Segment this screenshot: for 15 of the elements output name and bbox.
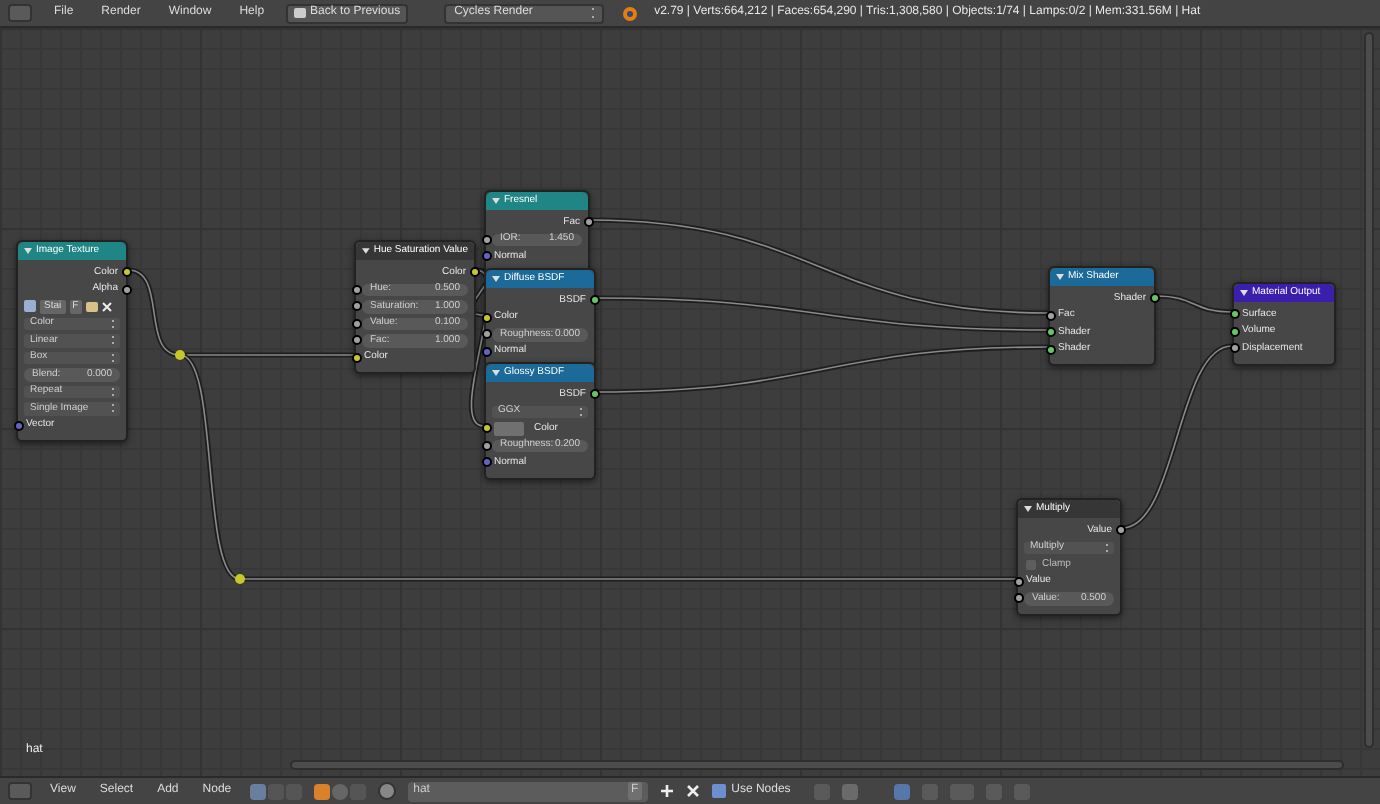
- collapse-icon[interactable]: [1024, 506, 1032, 512]
- vertical-scrollbar[interactable]: [1364, 32, 1374, 748]
- horizontal-scrollbar[interactable]: [290, 760, 1344, 770]
- color-swatch[interactable]: [494, 422, 524, 435]
- reroute-dot[interactable]: [175, 350, 185, 360]
- collapse-icon[interactable]: [362, 248, 370, 254]
- reroute-dot[interactable]: [235, 574, 245, 584]
- node-wire: [1155, 293, 1233, 315]
- collapse-icon[interactable]: [1056, 274, 1064, 280]
- close-icon[interactable]: [685, 784, 700, 798]
- use-nodes-checkbox[interactable]: [711, 784, 726, 798]
- collapse-icon[interactable]: [1240, 290, 1248, 296]
- node-canvas[interactable]: [0, 28, 1380, 776]
- close-icon[interactable]: [101, 301, 112, 312]
- add-icon[interactable]: [659, 784, 674, 798]
